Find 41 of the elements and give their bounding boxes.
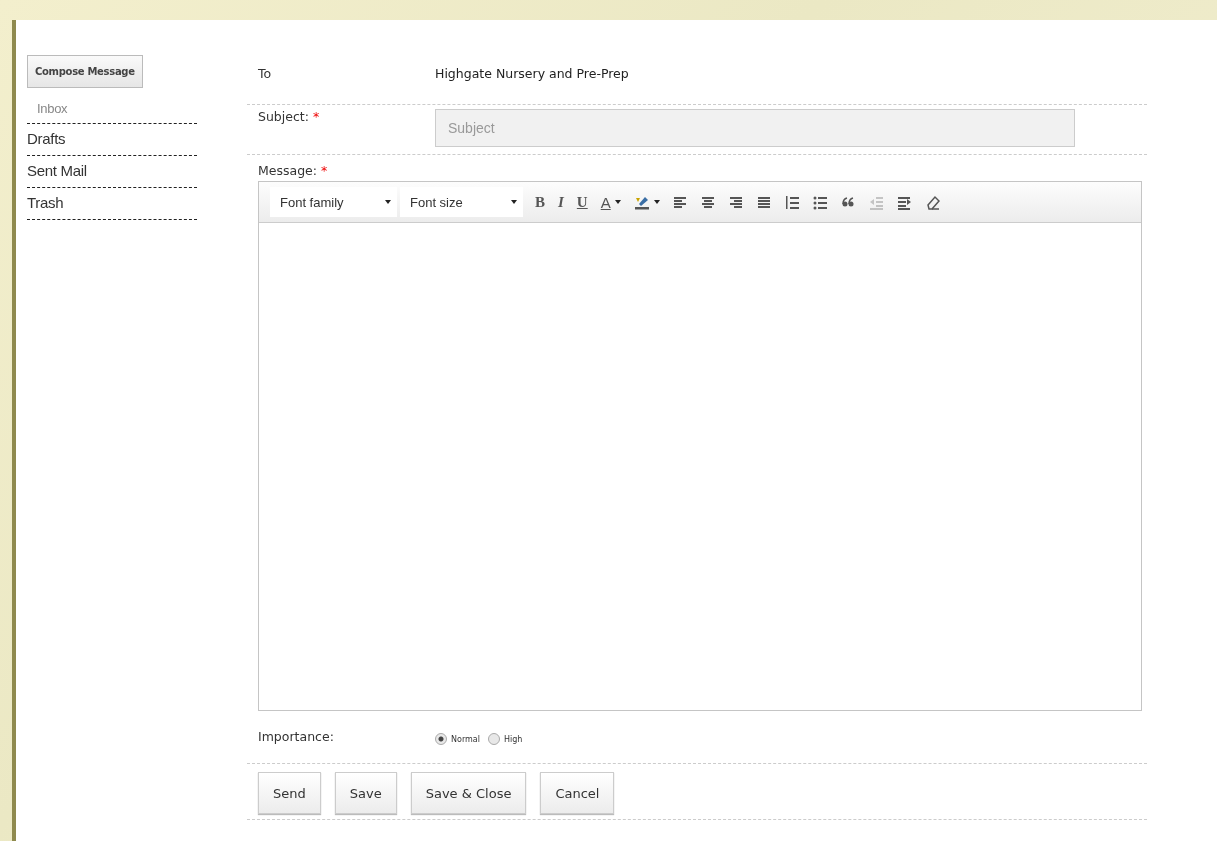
- action-button[interactable]: Save & Close: [410, 772, 527, 814]
- align-left-icon: [672, 194, 688, 210]
- bullet-list-icon: [812, 194, 828, 210]
- caret-icon: [653, 200, 660, 204]
- caret-icon: [385, 200, 391, 204]
- numbered-list-icon: [784, 194, 800, 210]
- font-family-dropdown[interactable]: Font family: [270, 187, 397, 217]
- field-label: Message:: [258, 163, 318, 178]
- required-mark: *: [312, 109, 320, 124]
- eraser-icon: [924, 194, 940, 210]
- radio-button[interactable]: [435, 733, 447, 745]
- bold-button[interactable]: B: [530, 190, 550, 214]
- action-button[interactable]: Save: [334, 772, 397, 814]
- highlighter-icon: [633, 194, 650, 210]
- message-editor[interactable]: Font family Font size B I U A: [258, 181, 1142, 711]
- font-size-dropdown[interactable]: Font size: [400, 187, 523, 217]
- field-label: To: [258, 66, 273, 81]
- option-label: High: [503, 734, 523, 744]
- sidebar-link[interactable]: Trash: [27, 188, 197, 220]
- radio-button[interactable]: [487, 733, 500, 745]
- text-color-button[interactable]: A: [595, 190, 626, 214]
- field-label: Subject:: [258, 109, 310, 124]
- sidebar-link[interactable]: Drafts: [27, 124, 197, 156]
- action-button[interactable]: Send: [258, 772, 321, 814]
- align-center-icon: [700, 194, 716, 210]
- sidebar-link[interactable]: Sent Mail: [27, 156, 197, 188]
- caret-icon: [511, 200, 517, 204]
- italic-button[interactable]: I: [553, 190, 569, 214]
- compose-button[interactable]: Compose Message: [27, 55, 143, 88]
- outdent-icon: [868, 194, 884, 210]
- indent-icon: [896, 194, 912, 210]
- justify-icon: [756, 194, 772, 210]
- option-label: Normal: [451, 734, 480, 744]
- align-right-icon: [728, 194, 744, 210]
- field-label: Importance:: [258, 729, 335, 744]
- underline-button[interactable]: U: [571, 190, 593, 214]
- recipient-text: Highgate Nursery and Pre-Prep: [435, 66, 629, 81]
- caret-icon: [614, 200, 621, 204]
- action-button[interactable]: Cancel: [540, 772, 615, 814]
- subject-field[interactable]: Subject: [435, 109, 1075, 147]
- required-mark: *: [321, 163, 328, 178]
